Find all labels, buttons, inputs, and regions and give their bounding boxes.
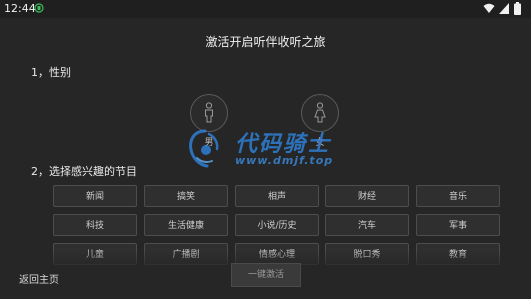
female-icon xyxy=(314,102,326,123)
battery-icon xyxy=(514,2,521,15)
activation-screen: 12:44 激活开启听伴收听之旅 1，性别 男 女 代码骑士 www.dmjf.… xyxy=(0,0,531,299)
watermark-url: www.dmjf.top xyxy=(235,154,334,167)
interest-section-label: 2，选择感兴趣的节目 xyxy=(31,165,137,178)
male-icon xyxy=(205,102,213,123)
tag-item[interactable]: 搞笑 xyxy=(144,185,228,207)
gender-section-label: 1，性别 xyxy=(31,66,71,79)
status-bar: 12:44 xyxy=(0,0,531,18)
watermark: 代码骑士 www.dmjf.top xyxy=(183,122,383,174)
status-time: 12:44 xyxy=(4,2,36,15)
tag-item[interactable]: 小说/历史 xyxy=(235,214,319,236)
tag-item[interactable]: 财经 xyxy=(325,185,409,207)
app-status-icon xyxy=(34,3,44,13)
activate-button[interactable]: 一键激活 xyxy=(231,263,301,287)
tag-item[interactable]: 新闻 xyxy=(53,185,137,207)
watermark-logo-icon xyxy=(189,129,219,168)
back-home-link[interactable]: 返回主页 xyxy=(19,271,59,286)
tag-item[interactable]: 生活健康 xyxy=(144,214,228,236)
tag-item[interactable]: 音乐 xyxy=(416,185,500,207)
tag-item[interactable]: 汽车 xyxy=(325,214,409,236)
page-title: 激活开启听伴收听之旅 xyxy=(205,35,326,49)
tag-item[interactable]: 相声 xyxy=(235,185,319,207)
tag-item[interactable]: 军事 xyxy=(416,214,500,236)
wifi-icon xyxy=(483,3,495,13)
signal-icon xyxy=(499,3,509,14)
tag-item[interactable]: 科技 xyxy=(53,214,137,236)
